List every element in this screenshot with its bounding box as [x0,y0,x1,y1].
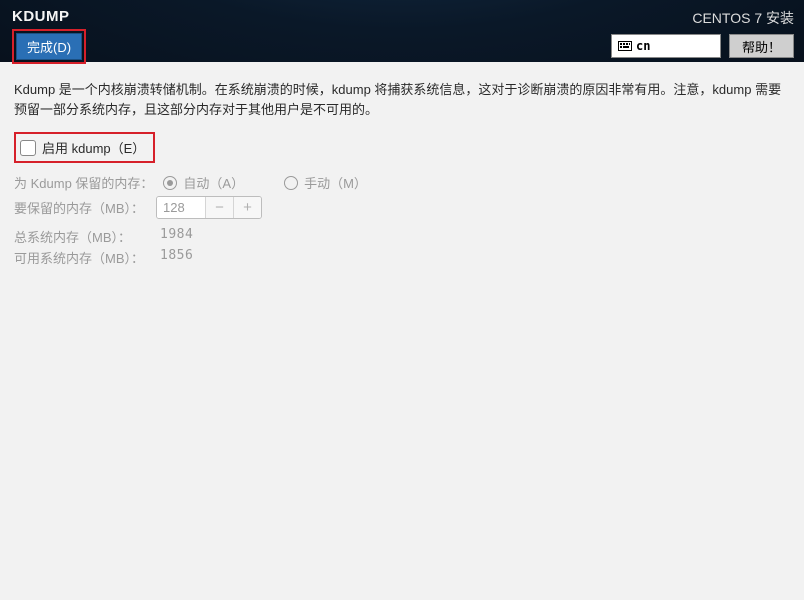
install-title: CENTOS 7 安装 [611,8,794,28]
reserve-mode-label: 为 Kdump 保留的内存： [14,173,153,192]
total-memory-row: 总系统内存（MB）： 1984 [14,227,790,246]
enable-kdump-checkbox[interactable] [20,140,36,156]
keyboard-icon [618,41,632,51]
enable-kdump-row-highlight: 启用 kdump（E） [14,132,155,163]
available-memory-value: 1856 [160,248,193,267]
reserve-amount-spinner: − + [156,196,262,219]
help-button[interactable]: 帮助！ [729,34,794,58]
header: KDUMP 完成(D) CENTOS 7 安装 cn 帮助！ [0,0,804,62]
header-left: KDUMP 完成(D) [0,0,86,62]
reserve-auto-label: 自动（A） [183,173,244,192]
content: Kdump 是一个内核崩溃转储机制。在系统崩溃的时候，kdump 将捕获系统信息… [0,62,804,287]
reserve-manual-radio[interactable] [284,176,298,190]
reserve-amount-input[interactable] [157,197,205,218]
reserve-mode-row: 为 Kdump 保留的内存： 自动（A） 手动（M） [14,173,790,192]
enable-kdump-label: 启用 kdump（E） [42,138,145,157]
page-title: KDUMP [12,8,86,25]
reserve-amount-decrement[interactable]: − [205,197,233,218]
done-button-highlight: 完成(D) [12,29,86,64]
reserve-auto-radio[interactable] [163,176,177,190]
reserve-amount-row: 要保留的内存（MB）： − + [14,196,790,219]
reserve-amount-increment[interactable]: + [233,197,261,218]
available-memory-label: 可用系统内存（MB）： [14,248,152,267]
header-controls: cn 帮助！ [611,34,794,58]
available-memory-row: 可用系统内存（MB）： 1856 [14,248,790,267]
done-button[interactable]: 完成(D) [16,33,82,60]
kdump-description: Kdump 是一个内核崩溃转储机制。在系统崩溃的时候，kdump 将捕获系统信息… [14,80,790,120]
reserve-manual-label: 手动（M） [304,173,367,192]
reserve-amount-label: 要保留的内存（MB）： [14,198,144,217]
keyboard-layout-selector[interactable]: cn [611,34,721,58]
keyboard-layout-code: cn [636,39,650,53]
total-memory-value: 1984 [160,227,193,246]
total-memory-label: 总系统内存（MB）： [14,227,152,246]
header-right: CENTOS 7 安装 cn 帮助！ [611,0,804,62]
memory-info: 总系统内存（MB）： 1984 可用系统内存（MB）： 1856 [14,227,790,267]
